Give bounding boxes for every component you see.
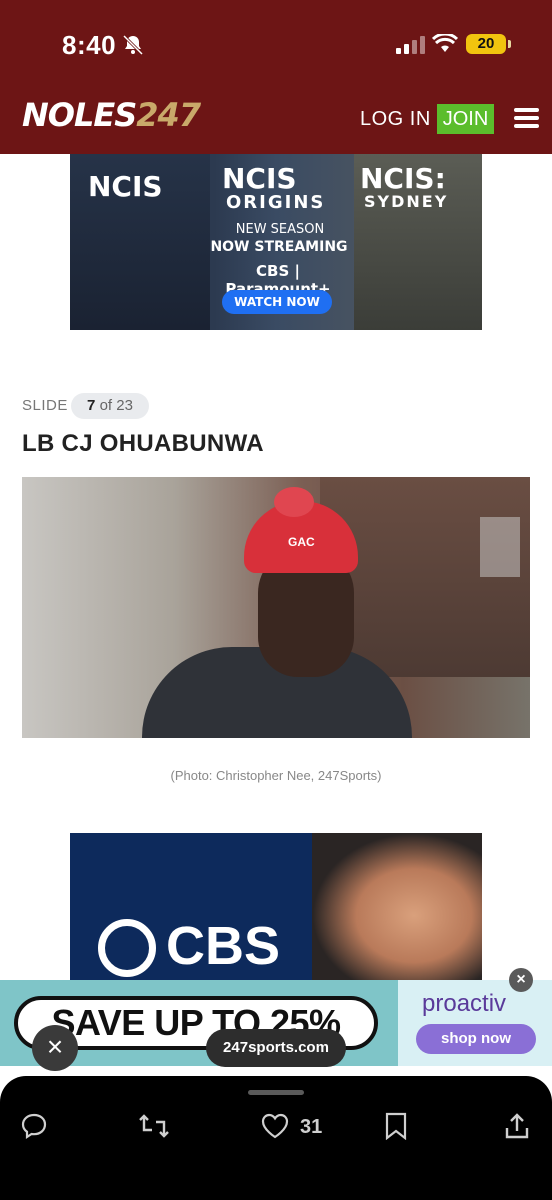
ad-shop-now-button[interactable]: shop now xyxy=(416,1024,536,1054)
ad-tagline: NEW SEASON xyxy=(235,222,325,237)
ad-brand: proactiv xyxy=(422,990,507,1017)
cbs-eye-icon xyxy=(98,919,156,977)
slide-current: 7 xyxy=(87,397,96,414)
tweet-action-bar: 31 xyxy=(0,1076,552,1200)
close-browser-icon[interactable]: × xyxy=(32,1025,78,1071)
share-icon[interactable] xyxy=(504,1112,530,1140)
retweet-icon[interactable] xyxy=(138,1112,170,1140)
photo-caption: (Photo: Christopher Nee, 247Sports) xyxy=(170,768,382,783)
ad-close-icon[interactable]: × xyxy=(509,968,533,992)
wifi-icon xyxy=(432,34,458,52)
slide-counter: 7 of 23 xyxy=(71,393,149,419)
ad-show-title: NCIS xyxy=(88,170,163,203)
bell-slash-icon xyxy=(122,34,144,56)
ad-show-subtitle: ORIGINS xyxy=(226,192,326,213)
url-pill[interactable]: 247sports.com xyxy=(206,1029,346,1067)
ad-show-title: NCIS xyxy=(222,162,297,195)
beanie-text: GAC xyxy=(288,535,315,549)
ad-tagline: NOW STREAMING xyxy=(210,239,348,255)
slide-total: of 23 xyxy=(99,397,133,414)
screen: 8:40 20 NOLES247 LOG IN JOIN NCIS NCIS O… xyxy=(0,0,552,1200)
site-header: 8:40 20 NOLES247 LOG IN JOIN xyxy=(0,0,552,154)
ad-banner-ncis[interactable]: NCIS NCIS ORIGINS NCIS: SYDNEY NEW SEASO… xyxy=(70,154,482,330)
player-photo[interactable]: GAC xyxy=(22,477,530,738)
ad-watch-now-button[interactable]: WATCH NOW xyxy=(222,290,332,314)
status-time: 8:40 xyxy=(62,30,117,60)
site-logo[interactable]: NOLES247 xyxy=(22,96,201,140)
status-bar: 8:40 20 xyxy=(0,0,552,90)
like-count: 31 xyxy=(300,1116,323,1138)
logo-number: 247 xyxy=(136,96,201,134)
ad-cbs-logo-text: CBS xyxy=(166,916,281,976)
like-heart-icon[interactable] xyxy=(260,1112,290,1140)
join-button[interactable]: JOIN xyxy=(437,104,494,134)
battery-indicator: 20 xyxy=(466,34,511,54)
bookmark-icon[interactable] xyxy=(384,1112,408,1140)
cellular-signal-icon xyxy=(396,36,425,54)
slide-title: LB CJ OHUABUNWA xyxy=(22,430,264,457)
logo-text: NOLES xyxy=(22,96,137,134)
ad-show-subtitle: SYDNEY xyxy=(364,192,449,211)
ad-anchor-photo xyxy=(312,833,482,983)
login-link[interactable]: LOG IN xyxy=(360,108,431,131)
reply-icon[interactable] xyxy=(20,1112,48,1140)
ad-show-title: NCIS: xyxy=(360,162,446,195)
hamburger-menu-icon[interactable] xyxy=(514,108,539,128)
slide-label: SLIDE xyxy=(22,397,68,414)
drag-handle[interactable] xyxy=(248,1090,304,1095)
ad-banner-cbs[interactable]: CBS xyxy=(70,833,482,983)
